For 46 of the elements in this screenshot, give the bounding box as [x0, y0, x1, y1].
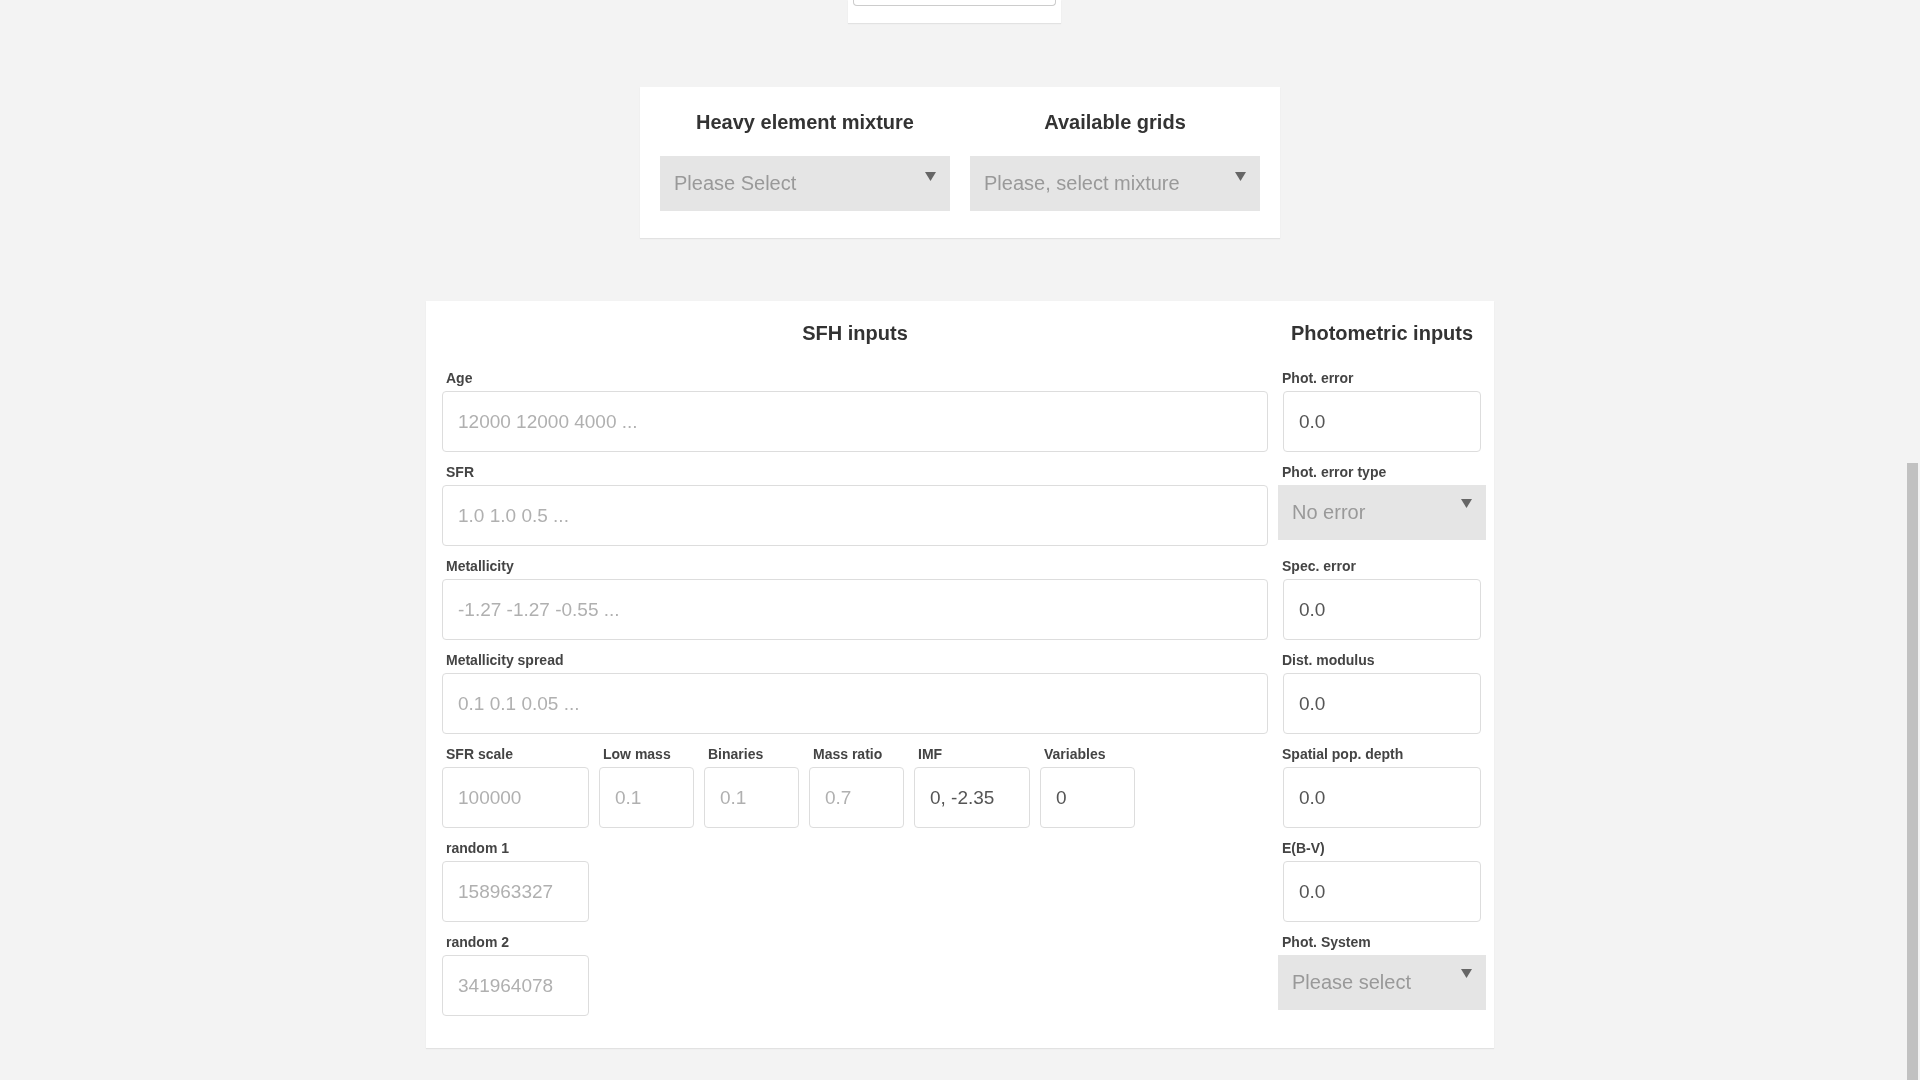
input-field[interactable]: 0: [1040, 767, 1135, 828]
field-label: Spatial pop. depth: [1282, 746, 1405, 763]
field-label: Binaries: [708, 746, 765, 763]
field-label: Age: [446, 370, 474, 387]
caret-icon: [1461, 969, 1472, 978]
input-field[interactable]: 0.0: [1283, 861, 1481, 922]
input-field[interactable]: 0.7: [809, 767, 904, 828]
field-label: Dist. modulus: [1282, 652, 1376, 669]
field-label: random 2: [446, 934, 510, 951]
field-label: Metallicity spread: [446, 652, 565, 669]
input-field[interactable]: 0.0: [1283, 673, 1481, 734]
input-field[interactable]: 0.0: [1283, 579, 1481, 640]
section-title: Photometric inputs: [1289, 321, 1475, 345]
input-field[interactable]: 1.0 1.0 0.5 ...: [442, 485, 1268, 546]
section-title: Heavy element mixture: [696, 111, 914, 134]
field-label: Phot. System: [1282, 934, 1372, 951]
field-label: Phot. error type: [1282, 464, 1388, 481]
field-label: SFR: [446, 464, 475, 481]
field-label: Spec. error: [1282, 558, 1357, 575]
input-field[interactable]: 0.0: [1283, 767, 1481, 828]
field-label: Variables: [1044, 746, 1107, 763]
field-label: IMF: [918, 746, 944, 763]
caret-icon: [1235, 172, 1246, 181]
scrollbar-thumb[interactable]: [1907, 463, 1918, 1080]
input-field[interactable]: 12000 12000 4000 ...: [442, 391, 1268, 452]
caret-icon: [925, 172, 936, 181]
input-field[interactable]: 0.1: [599, 767, 694, 828]
input-field[interactable]: -1.27 -1.27 -0.55 ...: [442, 579, 1268, 640]
input-field[interactable]: 100000: [442, 767, 589, 828]
input-field[interactable]: 0.1 0.1 0.05 ...: [442, 673, 1268, 734]
caret-icon: [1461, 499, 1472, 508]
input-field[interactable]: [852, 0, 1056, 6]
input-field[interactable]: 0.0: [1283, 391, 1481, 452]
section-title: SFH inputs: [801, 321, 909, 345]
input-field[interactable]: 0, -2.35: [914, 767, 1030, 828]
field-label: random 1: [446, 840, 510, 857]
field-label: Phot. error: [1282, 370, 1355, 387]
field-label: E(B-V): [1282, 840, 1326, 857]
field-label: Low mass: [603, 746, 672, 763]
input-field[interactable]: 0.1: [704, 767, 799, 828]
field-label: Mass ratio: [813, 746, 884, 763]
input-field[interactable]: 341964078: [442, 955, 589, 1016]
section-title: Available grids: [1044, 111, 1186, 134]
input-field[interactable]: 158963327: [442, 861, 589, 922]
field-label: SFR scale: [446, 746, 514, 763]
field-label: Metallicity: [446, 558, 515, 575]
